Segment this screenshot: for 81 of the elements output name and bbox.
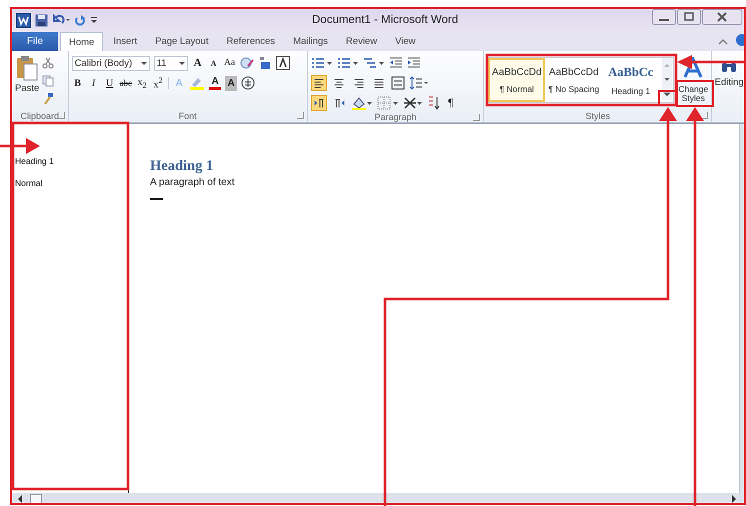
left-to-right-button[interactable] [310, 95, 327, 111]
callout-arrow [0, 138, 40, 154]
decrease-indent-icon[interactable] [388, 57, 403, 69]
line-spacing-icon[interactable] [408, 76, 429, 90]
italic-button[interactable]: I [88, 76, 100, 90]
script-button[interactable]: x$_{2}$ [136, 76, 148, 90]
distributed-icon[interactable] [390, 76, 405, 90]
bullets-icon[interactable] [310, 57, 333, 69]
group-label: Paragraph [374, 112, 416, 122]
ribbon-tab[interactable]: Review [338, 32, 386, 51]
clipboard-icon [16, 55, 38, 81]
file-tab[interactable]: File [12, 32, 58, 51]
font-name-field[interactable]: Calibri (Body) [72, 56, 150, 70]
style-item[interactable]: AaBbCcDd ¶ Normal [488, 58, 546, 102]
paste-button[interactable]: Paste [15, 55, 40, 109]
show-formatting-button[interactable]: ¶ [444, 96, 457, 110]
sort-icon[interactable] [426, 96, 441, 110]
callout-arrow [677, 55, 746, 69]
character-shading-button[interactable]: A [225, 76, 238, 90]
phonetic-guide-icon[interactable] [258, 56, 272, 70]
underline-button[interactable]: U [104, 76, 116, 90]
style-name: ¶ No Spacing [548, 84, 600, 94]
editing-button[interactable]: Editing [712, 51, 746, 88]
style-name: Heading 1 [611, 86, 650, 96]
dialog-launcher-icon[interactable] [58, 112, 65, 119]
ribbon-tab[interactable]: Home [60, 32, 104, 51]
character-border-icon[interactable] [276, 56, 290, 70]
minimize-button[interactable] [652, 9, 676, 25]
end-of-document-mark [150, 198, 163, 200]
shrink-font-button[interactable]: A [208, 56, 220, 70]
shading-icon[interactable] [350, 96, 373, 110]
format-painter-icon[interactable] [42, 93, 54, 105]
redo-icon[interactable] [74, 14, 86, 26]
group-label: Font [178, 110, 197, 120]
style-preview: AaBbCcDd [492, 66, 542, 78]
font-size-field[interactable]: 11 [154, 56, 188, 70]
style-area-label: Heading 1 [15, 156, 55, 166]
ribbon-tab[interactable]: Page Layout [147, 32, 216, 51]
close-button[interactable] [702, 9, 742, 25]
undo-icon[interactable] [52, 14, 70, 26]
ribbon-tab[interactable]: View [387, 32, 424, 51]
scroll-thumb[interactable] [30, 494, 42, 504]
change-case-button[interactable]: Aa [224, 56, 236, 70]
style-preview: AaBbCc [607, 64, 654, 80]
bold-button[interactable]: B [72, 76, 84, 90]
change-styles-button[interactable]: Change Styles [678, 57, 708, 109]
maximize-button[interactable] [677, 9, 701, 25]
strike-button[interactable]: abc [120, 76, 132, 90]
numbering-icon[interactable] [336, 57, 359, 69]
font-color-button[interactable]: A [209, 76, 222, 90]
script-button[interactable]: x$^{2}$ [152, 76, 164, 90]
document-heading: Heading 1 [150, 158, 214, 175]
style-item[interactable]: AaBbCc Heading 1 [602, 58, 660, 102]
group-label: Styles [586, 110, 610, 120]
style-area-label: Normal [15, 178, 44, 188]
horizontal-scrollbar[interactable] [12, 493, 746, 504]
scissors-icon[interactable] [42, 57, 54, 69]
clear-formatting-icon[interactable] [240, 56, 254, 70]
copy-icon[interactable] [42, 75, 54, 87]
word-logo-icon [16, 12, 31, 28]
ribbon-tab[interactable]: Insert [105, 32, 146, 51]
borders-icon[interactable] [376, 96, 399, 110]
document-paragraph: A paragraph of text [150, 177, 235, 188]
increase-indent-icon[interactable] [406, 57, 421, 69]
multilevel-list-icon[interactable] [362, 57, 385, 69]
window-title: Document1 - Microsoft Word [312, 14, 460, 26]
help-icon[interactable] [736, 34, 746, 46]
customize-icon[interactable] [90, 14, 98, 26]
asian-layout-icon[interactable] [402, 96, 423, 110]
collapse-ribbon-icon[interactable] [718, 38, 728, 46]
style-name: ¶ Normal [500, 84, 534, 94]
style-preview: AaBbCcDd [549, 66, 599, 78]
grow-font-button[interactable]: A [192, 56, 204, 70]
left-align-button[interactable] [310, 75, 327, 91]
group-label: Clipboard [20, 110, 60, 120]
ribbon-tab[interactable]: References [218, 32, 284, 51]
ribbon-tab[interactable]: Mailings [285, 32, 336, 51]
letter-styles-icon [682, 57, 704, 79]
enclose-characters-icon[interactable] [241, 76, 256, 90]
style-item[interactable]: AaBbCcDd ¶ No Spacing [545, 58, 602, 102]
save-icon[interactable] [35, 14, 48, 26]
